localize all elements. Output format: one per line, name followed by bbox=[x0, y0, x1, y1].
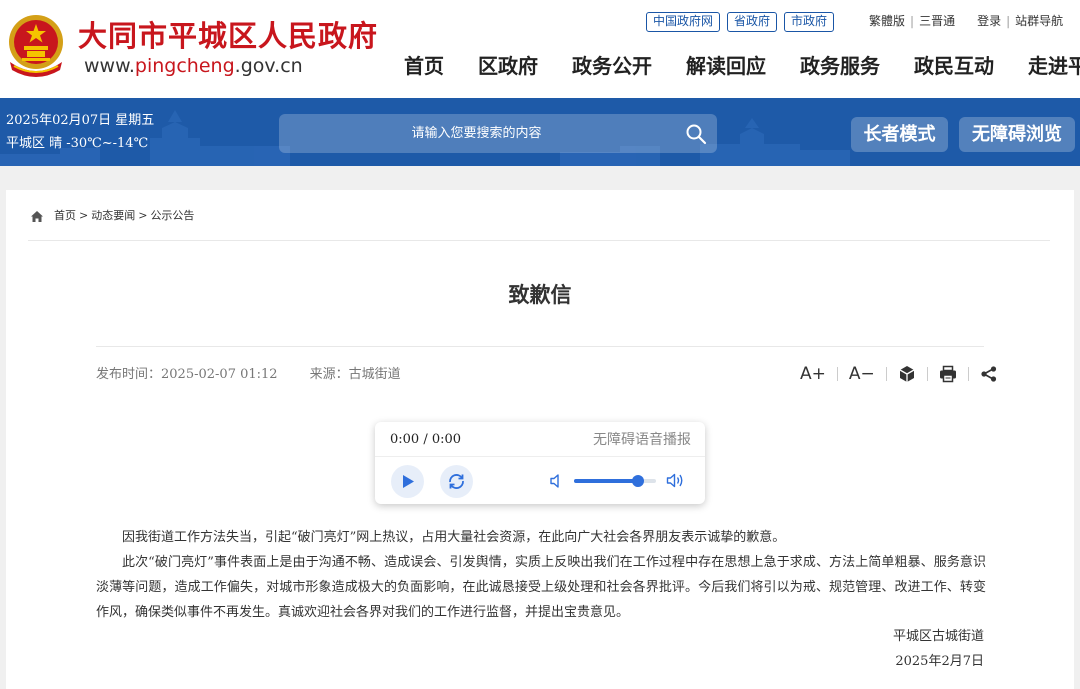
play-button[interactable] bbox=[391, 465, 424, 498]
divider bbox=[28, 240, 1050, 241]
divider bbox=[96, 346, 984, 347]
site-title: 大同市平城区人民政府 bbox=[78, 19, 379, 53]
login-link[interactable]: 登录 bbox=[977, 14, 1001, 28]
audio-time: 0:00 / 0:00 bbox=[390, 432, 462, 447]
loop-button[interactable] bbox=[440, 465, 473, 498]
source-value: 古城街道 bbox=[348, 367, 401, 382]
utility-links: 繁體版 | 三晋通 登录 | 站群导航 bbox=[869, 13, 1063, 29]
share-icon[interactable] bbox=[980, 365, 998, 383]
separator: | bbox=[910, 14, 915, 28]
breadcrumb-notices[interactable]: 公示公告 bbox=[150, 209, 194, 223]
nav-interaction[interactable]: 政民互动 bbox=[914, 52, 994, 80]
link-central-gov[interactable]: 中国政府网 bbox=[646, 12, 721, 32]
search-bar bbox=[279, 114, 717, 153]
speaker-volume-icon[interactable] bbox=[666, 472, 685, 489]
publish-label: 发布时间： bbox=[96, 367, 162, 382]
signature-date: 2025年2月7日 bbox=[895, 654, 984, 669]
site-url-accent: pingcheng bbox=[134, 55, 235, 77]
nav-interpretation[interactable]: 解读回应 bbox=[686, 52, 766, 80]
elder-mode-button[interactable]: 长者模式 bbox=[851, 117, 948, 152]
site-url: www.pingcheng.gov.cn bbox=[84, 54, 303, 78]
sanjintong-link[interactable]: 三晋通 bbox=[919, 14, 955, 28]
article-paragraph: 此次“破门亮灯”事件表面上是由于沟通不畅、造成误会、引发舆情，实质上反映出我们在… bbox=[96, 555, 986, 620]
article-tools: A+ A− bbox=[800, 362, 998, 386]
site-nav-link[interactable]: 站群导航 bbox=[1015, 14, 1063, 28]
search-band: 2025年02月07日 星期五 平城区 晴 -30℃~-14℃ 长者模式 无障碍… bbox=[0, 98, 1080, 166]
national-emblem-icon bbox=[9, 15, 63, 77]
separator bbox=[836, 367, 838, 381]
audio-player: 0:00 / 0:00 无障碍语音播报 bbox=[375, 422, 705, 504]
signature-org: 平城区古城街道 bbox=[892, 629, 984, 644]
loop-icon bbox=[449, 474, 464, 489]
main-nav: 首页 区政府 政务公开 解读回应 政务服务 政民互动 走进平城 bbox=[404, 52, 1080, 80]
article-body: 因我街道工作方法失当，引起“破门亮灯”网上热议，占用大量社会资源，在此向广大社会… bbox=[96, 525, 986, 625]
traditional-chinese-link[interactable]: 繁體版 bbox=[869, 14, 905, 28]
link-province-gov[interactable]: 省政府 bbox=[727, 12, 778, 32]
source-label: 来源： bbox=[309, 367, 349, 382]
article-meta: 发布时间：2025-02-07 01:12 来源：古城街道 bbox=[96, 366, 401, 384]
current-date: 2025年02月07日 星期五 bbox=[6, 113, 155, 128]
article-paragraph: 因我街道工作方法失当，引起“破门亮灯”网上热议，占用大量社会资源，在此向广大社会… bbox=[122, 530, 786, 545]
separator: | bbox=[1006, 14, 1011, 28]
print-icon[interactable] bbox=[939, 365, 957, 383]
cube-icon[interactable] bbox=[898, 365, 916, 383]
volume-fill bbox=[574, 479, 638, 483]
article-signature: 平城区古城街道 2025年2月7日 bbox=[893, 624, 984, 674]
font-decrease-button[interactable]: A− bbox=[849, 362, 875, 386]
breadcrumb: 首页 > 动态要闻 > 公示公告 bbox=[30, 209, 194, 223]
breadcrumb-news[interactable]: 动态要闻 bbox=[91, 209, 135, 223]
separator bbox=[885, 367, 887, 381]
nav-gov-affairs[interactable]: 政务公开 bbox=[572, 52, 652, 80]
search-input[interactable] bbox=[279, 114, 674, 153]
speaker-mute-icon[interactable] bbox=[549, 473, 563, 489]
separator bbox=[967, 367, 969, 381]
breadcrumb-separator: > bbox=[138, 209, 148, 222]
article-title: 致歉信 bbox=[508, 282, 572, 307]
breadcrumb-separator: > bbox=[79, 209, 89, 222]
link-city-gov[interactable]: 市政府 bbox=[784, 12, 835, 32]
publish-time: 2025-02-07 01:12 bbox=[161, 367, 278, 382]
gov-links: 中国政府网 省政府 市政府 bbox=[646, 12, 835, 32]
article-panel: 首页 > 动态要闻 > 公示公告 致歉信 发布时间：2025-02-07 01:… bbox=[6, 190, 1074, 689]
volume-slider[interactable] bbox=[574, 475, 656, 487]
weather-info: 平城区 晴 -30℃~-14℃ bbox=[6, 136, 149, 151]
separator bbox=[926, 367, 928, 381]
nav-district-gov[interactable]: 区政府 bbox=[478, 52, 538, 80]
site-url-suffix: .gov.cn bbox=[234, 55, 303, 77]
home-icon bbox=[31, 210, 43, 222]
nav-about[interactable]: 走进平城 bbox=[1028, 52, 1080, 80]
site-header: 大同市平城区人民政府 www.pingcheng.gov.cn 中国政府网 省政… bbox=[0, 0, 1080, 98]
play-icon bbox=[403, 475, 414, 488]
search-icon[interactable] bbox=[685, 123, 707, 145]
nav-home[interactable]: 首页 bbox=[404, 52, 444, 80]
site-url-prefix: www. bbox=[84, 55, 135, 77]
font-increase-button[interactable]: A+ bbox=[800, 362, 826, 386]
breadcrumb-home[interactable]: 首页 bbox=[54, 209, 76, 223]
nav-services[interactable]: 政务服务 bbox=[800, 52, 880, 80]
accessible-browse-button[interactable]: 无障碍浏览 bbox=[959, 117, 1075, 152]
audio-label: 无障碍语音播报 bbox=[593, 432, 691, 448]
divider bbox=[375, 456, 705, 457]
volume-handle[interactable] bbox=[631, 475, 644, 487]
